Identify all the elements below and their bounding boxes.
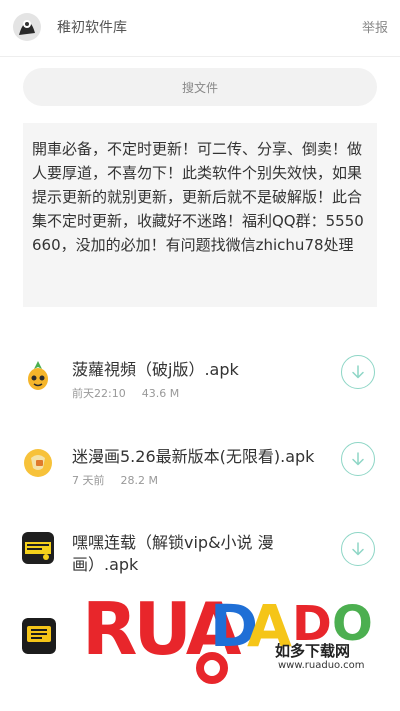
- file-item[interactable]: 菠蘿視頻（破j版）.apk 前天22:10 43.6 M: [0, 355, 400, 439]
- avatar[interactable]: [13, 13, 41, 41]
- download-arrow-icon: [352, 365, 364, 379]
- file-meta: 前天22:10 43.6 M: [72, 385, 179, 401]
- file-name[interactable]: 迷漫画5.26最新版本(无限看).apk: [72, 446, 334, 468]
- file-size: 43.6 M: [141, 387, 180, 400]
- app-title: 稚初软件库: [57, 20, 127, 36]
- app-icon: [22, 618, 56, 654]
- download-button[interactable]: [341, 532, 375, 566]
- avatar-icon: [13, 13, 41, 41]
- manga-icon: [22, 446, 54, 478]
- download-arrow-icon: [352, 542, 364, 556]
- file-date: 前天22:10: [72, 387, 126, 400]
- watermark-url-text: www.ruaduo.com: [278, 660, 365, 671]
- search-input[interactable]: 搜文件: [23, 68, 377, 106]
- watermark-logo: RUA D A D O: [82, 587, 382, 688]
- download-button[interactable]: [341, 355, 375, 389]
- file-name[interactable]: 菠蘿視頻（破j版）.apk: [72, 359, 334, 381]
- file-meta: 7 天前 28.2 M: [72, 472, 158, 488]
- comic-icon: [22, 532, 54, 564]
- app-header: 稚初软件库 举报: [0, 0, 400, 57]
- download-arrow-icon: [352, 452, 364, 466]
- file-date: 7 天前: [72, 474, 105, 487]
- file-size: 28.2 M: [120, 474, 158, 487]
- report-link[interactable]: 举报: [362, 17, 388, 36]
- download-button[interactable]: [341, 442, 375, 476]
- pineapple-icon: [22, 359, 54, 391]
- watermark-cn-text: 如多下载网: [275, 642, 351, 660]
- file-item[interactable]: 迷漫画5.26最新版本(无限看).apk 7 天前 28.2 M: [0, 442, 400, 526]
- file-name[interactable]: 嘿嘿连载（解锁vip&小说 漫画）.apk: [72, 532, 334, 576]
- notice-text: 開車必备，不定时更新！可二传、分享、倒卖！做人要厚道，不喜勿下！此类软件个别失效…: [23, 123, 377, 307]
